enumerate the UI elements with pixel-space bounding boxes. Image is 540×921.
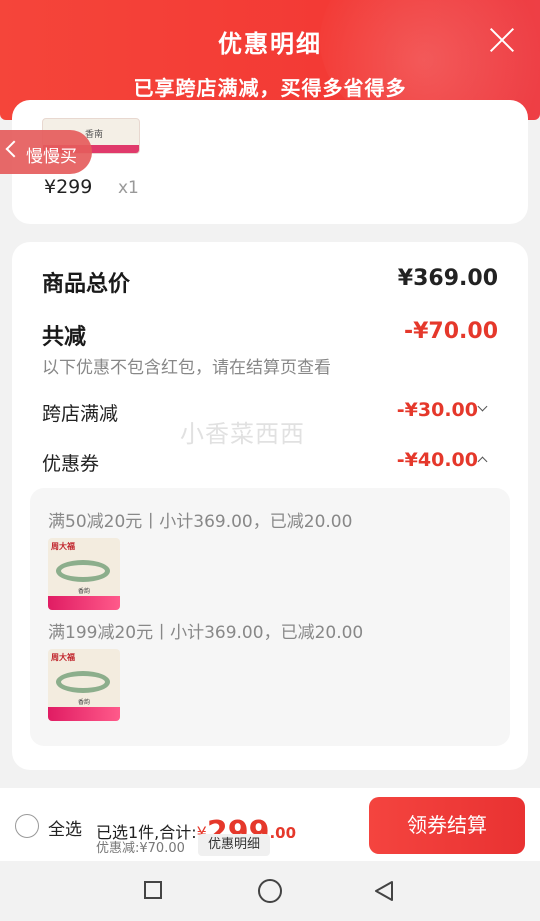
- discount-detail-button[interactable]: 优惠明细: [198, 834, 271, 856]
- coupon-label: 优惠券: [42, 453, 100, 475]
- cross-store-value: -¥30.00: [396, 399, 478, 421]
- total-amount-decimal: .00: [269, 824, 297, 842]
- chevron-up-icon[interactable]: [474, 451, 494, 471]
- product-thumbnail[interactable]: 周大福 香韵: [48, 649, 120, 721]
- chevron-down-icon[interactable]: [474, 401, 494, 421]
- dialog-subtitle: 已享跨店满减，买得多省得多: [133, 76, 407, 100]
- discount-text: 优惠减:¥70.00: [96, 841, 185, 856]
- product-thumbnail[interactable]: 周大福 香韵: [48, 538, 120, 610]
- total-reduce-value: -¥70.00: [403, 319, 498, 344]
- top-item-quantity: x1: [118, 178, 139, 198]
- coupon-detail-box: 满50减20元丨小计369.00，已减20.00 周大福 香韵 满199减20元…: [30, 488, 510, 746]
- close-icon[interactable]: [488, 26, 516, 54]
- product-tag: 香韵: [77, 588, 90, 595]
- checkout-bar: 全选 已选1件,合计:¥299.00 优惠减:¥70.00 优惠明细 领券结算: [0, 788, 540, 861]
- bangle-image: [56, 671, 110, 693]
- system-nav-bar: [0, 861, 540, 921]
- cross-store-label: 跨店满减: [42, 403, 119, 425]
- product-tag: 香韵: [77, 699, 90, 706]
- reduce-note: 以下优惠不包含红包，请在结算页查看: [42, 358, 331, 378]
- total-price-label: 商品总价: [42, 272, 131, 297]
- home-icon[interactable]: [258, 879, 282, 903]
- brand-logo: 周大福: [51, 653, 75, 662]
- select-all-radio[interactable]: [15, 814, 39, 838]
- coupon-line: 满50减20元丨小计369.00，已减20.00: [48, 512, 353, 532]
- checkout-button[interactable]: 领券结算: [369, 797, 525, 854]
- recent-apps-icon[interactable]: [144, 881, 162, 899]
- chevron-left-icon: [5, 140, 23, 158]
- coupon-row[interactable]: 优惠券 -¥40.00: [42, 449, 498, 476]
- dialog-title: 优惠明细: [218, 30, 322, 58]
- total-reduce-row: 共减 -¥70.00: [42, 319, 498, 351]
- watermark: 小香菜西西: [180, 420, 305, 448]
- total-reduce-label: 共减: [42, 325, 87, 350]
- top-item-price: ¥299: [44, 176, 93, 198]
- back-icon[interactable]: [372, 879, 396, 903]
- coupon-line: 满199减20元丨小计369.00，已减20.00: [48, 623, 364, 643]
- total-price-value: ¥369.00: [397, 266, 498, 291]
- slow-buy-label: 慢慢买: [26, 147, 77, 167]
- bangle-image: [56, 560, 110, 582]
- brand-logo: 周大福: [51, 542, 75, 551]
- slow-buy-button[interactable]: 慢慢买: [0, 130, 92, 174]
- total-price-row: 商品总价 ¥369.00: [42, 266, 498, 298]
- select-all-label[interactable]: 全选: [48, 815, 82, 840]
- coupon-value: -¥40.00: [396, 449, 478, 471]
